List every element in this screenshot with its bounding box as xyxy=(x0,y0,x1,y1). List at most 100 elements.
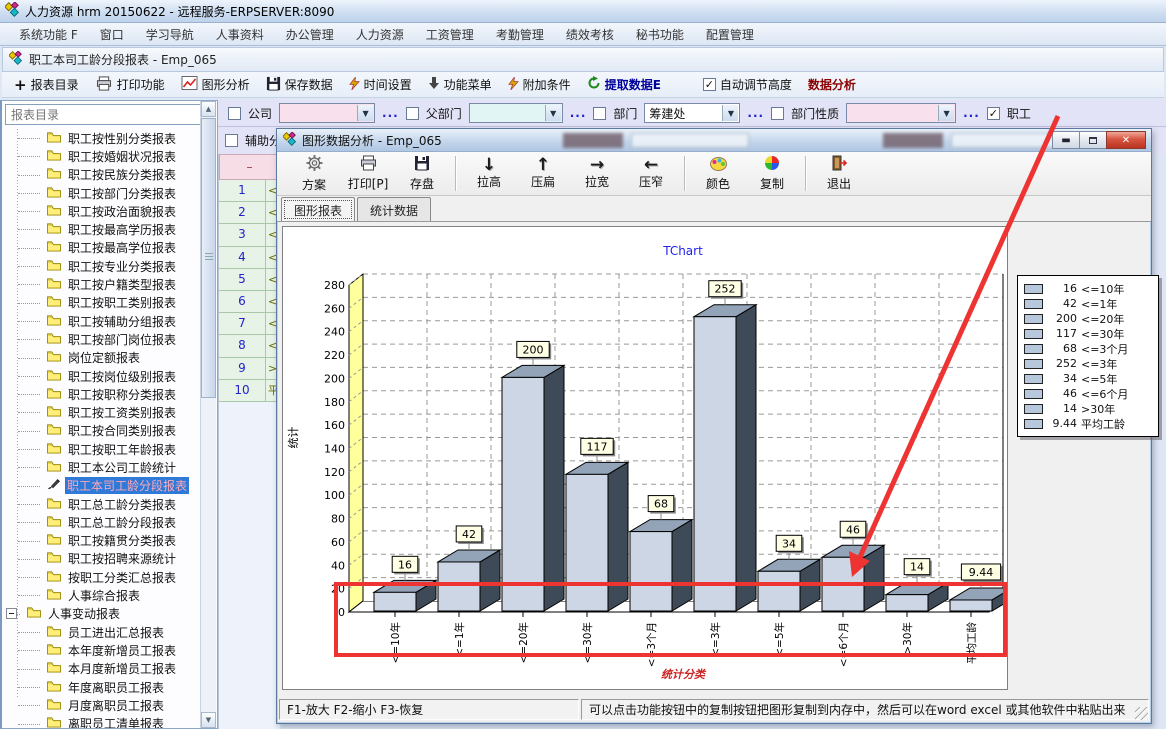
tree-item[interactable]: 年度离职员工报表 xyxy=(2,678,202,696)
menu-item[interactable]: 人力资源 xyxy=(345,24,415,45)
tree-item[interactable]: 岗位定额报表 xyxy=(2,349,202,367)
resize-grip[interactable] xyxy=(1135,707,1148,720)
legend-item[interactable]: 9.44平均工龄 xyxy=(1024,416,1154,431)
legend-item[interactable]: 46<=6个月 xyxy=(1024,386,1154,401)
auto-height-checkbox[interactable]: 自动调节高度 xyxy=(697,74,798,95)
tree-item[interactable]: 员工进出汇总报表 xyxy=(2,623,202,641)
legend-item[interactable]: 42<=1年 xyxy=(1024,296,1154,311)
dialog-toolbar-disk-button[interactable]: 存盘 xyxy=(395,152,449,195)
scroll-down-icon[interactable]: ▼ xyxy=(201,712,216,728)
bar[interactable] xyxy=(438,562,480,611)
chevron-down-icon[interactable]: ▼ xyxy=(938,105,954,121)
tree-item[interactable]: 职工按工资类别报表 xyxy=(2,403,202,421)
checkbox-checked-icon[interactable] xyxy=(703,78,716,91)
tree-item[interactable]: 职工按民族分类报表 xyxy=(2,166,202,184)
legend-item[interactable]: 34<=5年 xyxy=(1024,371,1154,386)
tab-statistics-data[interactable]: 统计数据 xyxy=(357,197,431,222)
grid-row[interactable]: 10平 xyxy=(219,380,280,402)
bar[interactable] xyxy=(374,592,416,611)
menu-item[interactable]: 系统功能 F xyxy=(8,24,89,45)
tree-item[interactable]: 职工总工龄分类报表 xyxy=(2,495,202,513)
print-button[interactable]: 打印功能 xyxy=(89,74,171,96)
tree-item[interactable]: 人事变动报表 xyxy=(2,605,202,623)
grid-row[interactable]: 5<= xyxy=(219,269,280,291)
tree-item[interactable]: 职工按辅助分组报表 xyxy=(2,312,202,330)
grid-row[interactable]: 6<= xyxy=(219,291,280,313)
tree-item[interactable]: 职工按户籍类型报表 xyxy=(2,275,202,293)
dialog-toolbar-arrow-right-button[interactable]: →拉宽 xyxy=(570,152,624,195)
collapse-icon[interactable] xyxy=(6,608,17,619)
tree-item[interactable]: 职工按婚姻状况报表 xyxy=(2,147,202,165)
tree-item[interactable]: 月度离职员工报表 xyxy=(2,696,202,714)
extra-condition-button[interactable]: 附加条件 xyxy=(502,74,577,95)
legend-item[interactable]: 117<=30年 xyxy=(1024,326,1154,341)
graph-analysis-button[interactable]: 图形分析 xyxy=(175,74,256,95)
tree-item[interactable]: 职工按职工年龄报表 xyxy=(2,440,202,458)
tree-item[interactable]: 职工按最高学位报表 xyxy=(2,239,202,257)
menu-item[interactable]: 考勤管理 xyxy=(485,24,555,45)
chevron-down-icon[interactable]: ▼ xyxy=(545,105,561,121)
dept-nature-more-button[interactable]: ... xyxy=(963,106,980,120)
grid-row[interactable]: 1<= xyxy=(219,180,280,202)
tree-item[interactable]: 职工按职工类别报表 xyxy=(2,294,202,312)
dept-nature-checkbox[interactable] xyxy=(771,107,784,120)
bar[interactable] xyxy=(758,571,800,611)
tree-item[interactable]: 职工总工龄分段报表 xyxy=(2,513,202,531)
dialog-toolbar-palette-button[interactable]: 颜色 xyxy=(691,152,745,195)
dept-checkbox[interactable] xyxy=(593,107,606,120)
menu-item[interactable]: 窗口 xyxy=(89,24,135,45)
tree-item[interactable]: 职工按政治面貌报表 xyxy=(2,202,202,220)
dept-nature-combobox[interactable]: ▼ xyxy=(846,103,956,123)
function-menu-button[interactable]: 功能菜单 xyxy=(422,74,498,95)
tree-item[interactable]: 按职工分类汇总报表 xyxy=(2,568,202,586)
tree-item[interactable]: 职工按职称分类报表 xyxy=(2,385,202,403)
grid-row[interactable]: 2<= xyxy=(219,202,280,224)
legend-item[interactable]: 200<=20年 xyxy=(1024,311,1154,326)
company-checkbox[interactable] xyxy=(228,107,241,120)
grid-row[interactable]: 3<= xyxy=(219,224,280,246)
close-button[interactable]: ✕ xyxy=(1106,131,1146,149)
grid-row[interactable]: 8<= xyxy=(219,335,280,357)
tree-item[interactable]: 职工按籍贯分类报表 xyxy=(2,532,202,550)
legend-item[interactable]: 68<=3个月 xyxy=(1024,341,1154,356)
dept-combobox[interactable]: 筹建处▼ xyxy=(644,103,740,123)
company-combobox[interactable]: ▼ xyxy=(279,103,375,123)
parent-dept-checkbox[interactable] xyxy=(406,107,419,120)
dialog-toolbar-gear-button[interactable]: 方案 xyxy=(287,152,341,195)
menu-item[interactable]: 绩效考核 xyxy=(555,24,625,45)
scroll-up-icon[interactable]: ▲ xyxy=(201,101,216,117)
legend-item[interactable]: 252<=3年 xyxy=(1024,356,1154,371)
dialog-toolbar-arrow-down-button[interactable]: ↓拉高 xyxy=(462,152,516,195)
dialog-toolbar-arrow-left-button[interactable]: ←压窄 xyxy=(624,152,678,195)
menu-item[interactable]: 秘书功能 xyxy=(625,24,695,45)
bar[interactable] xyxy=(630,532,672,611)
dialog-toolbar-exit-button[interactable]: 退出 xyxy=(812,152,866,195)
tree-item[interactable]: 本年度新增员工报表 xyxy=(2,641,202,659)
tab-graph-report[interactable]: 图形报表 xyxy=(281,197,355,222)
tree-item[interactable]: 职工按岗位级别报表 xyxy=(2,367,202,385)
legend-item[interactable]: 14>30年 xyxy=(1024,401,1154,416)
tree-item[interactable]: 职工按专业分类报表 xyxy=(2,257,202,275)
tree-item[interactable]: 职工按性别分类报表 xyxy=(2,129,202,147)
dialog-toolbar-printer-button[interactable]: 打印[P] xyxy=(341,152,395,195)
restore-button[interactable] xyxy=(1079,131,1107,149)
sidebar-scrollbar[interactable]: ▲ ▼ xyxy=(200,101,216,728)
bar[interactable] xyxy=(694,317,736,611)
dialog-toolbar-copy-button[interactable]: 复制 xyxy=(745,152,799,195)
tree-item[interactable]: 职工按部门分类报表 xyxy=(2,184,202,202)
tree-item[interactable]: 职工按部门岗位报表 xyxy=(2,330,202,348)
tree-item[interactable]: 离职员工清单报表 xyxy=(2,715,202,729)
tree-item[interactable]: 职工本司工龄分段报表 xyxy=(2,477,202,495)
grid-row[interactable]: 7<= xyxy=(219,313,280,335)
minimize-button[interactable]: ▬ xyxy=(1052,131,1080,149)
menu-item[interactable]: 人事资料 xyxy=(205,24,275,45)
tree-item[interactable]: 职工按最高学历报表 xyxy=(2,220,202,238)
tree-item[interactable]: 职工本公司工龄统计 xyxy=(2,458,202,476)
bar[interactable] xyxy=(886,595,928,611)
tree-item[interactable]: 本月度新增员工报表 xyxy=(2,660,202,678)
staff-checkbox[interactable] xyxy=(987,107,1000,120)
dialog-toolbar-arrow-up-button[interactable]: ↑压扁 xyxy=(516,152,570,195)
scrollbar-thumb[interactable] xyxy=(201,118,216,398)
bar[interactable] xyxy=(502,377,544,611)
bar[interactable] xyxy=(822,557,864,611)
